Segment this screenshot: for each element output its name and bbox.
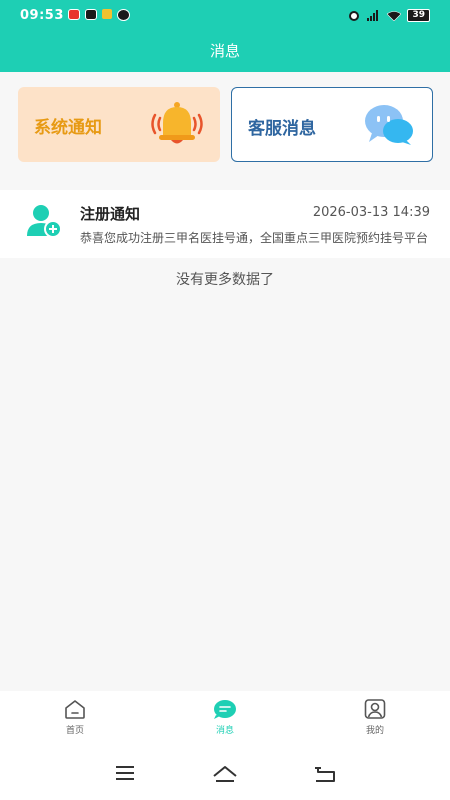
battery-indicator: 39 — [407, 9, 430, 22]
system-status-icons: 39 — [349, 9, 430, 22]
alarm-icon — [349, 10, 360, 21]
user-add-icon — [27, 205, 62, 238]
tab-home[interactable]: 首页 — [35, 699, 115, 736]
cell-signal-icon — [365, 10, 381, 21]
chat-bubbles-icon — [365, 105, 413, 145]
system-notice-label: 系统通知 — [34, 118, 102, 138]
message-list-item[interactable]: 注册通知 2026-03-13 14:39 恭喜您成功注册三甲名医挂号通，全国重… — [0, 190, 450, 258]
image-notification-icon — [85, 9, 97, 20]
tab-mine-label: 我的 — [365, 726, 384, 736]
home-icon — [65, 700, 85, 719]
tab-message-label: 消息 — [215, 726, 234, 736]
menu-icon[interactable] — [115, 765, 135, 781]
tab-mine[interactable]: 我的 — [335, 699, 415, 736]
system-notice-card[interactable]: 系统通知 — [18, 87, 220, 162]
home-nav-icon[interactable] — [212, 765, 238, 783]
weibo-notification-icon — [68, 9, 80, 20]
app-notification-icon — [102, 9, 112, 19]
chat-notification-icon — [117, 9, 130, 21]
tab-message[interactable]: 消息 — [185, 699, 265, 736]
back-icon[interactable] — [314, 765, 336, 783]
wifi-icon — [387, 10, 402, 21]
profile-icon — [364, 699, 386, 719]
status-bar: 09:53 39 — [0, 0, 450, 34]
notification-icons — [68, 9, 130, 21]
page-title: 消息 — [209, 42, 240, 60]
status-time: 09:53 — [20, 8, 64, 23]
customer-service-label: 客服消息 — [248, 119, 316, 139]
list-end-text: 没有更多数据了 — [176, 272, 274, 288]
bell-icon — [151, 102, 203, 144]
system-navigation-bar — [0, 751, 450, 800]
message-icon — [214, 700, 236, 719]
message-preview: 恭喜您成功注册三甲名医挂号通，全国重点三甲医院预约挂号平台 — [80, 231, 428, 245]
tab-home-label: 首页 — [65, 726, 84, 736]
message-title: 注册通知 — [80, 205, 141, 223]
customer-service-card[interactable]: 客服消息 — [231, 87, 433, 162]
bottom-tab-bar: 首页 消息 我的 — [0, 691, 450, 751]
message-time: 2026-03-13 14:39 — [312, 205, 430, 220]
header: 09:53 39 消息 — [0, 0, 450, 72]
